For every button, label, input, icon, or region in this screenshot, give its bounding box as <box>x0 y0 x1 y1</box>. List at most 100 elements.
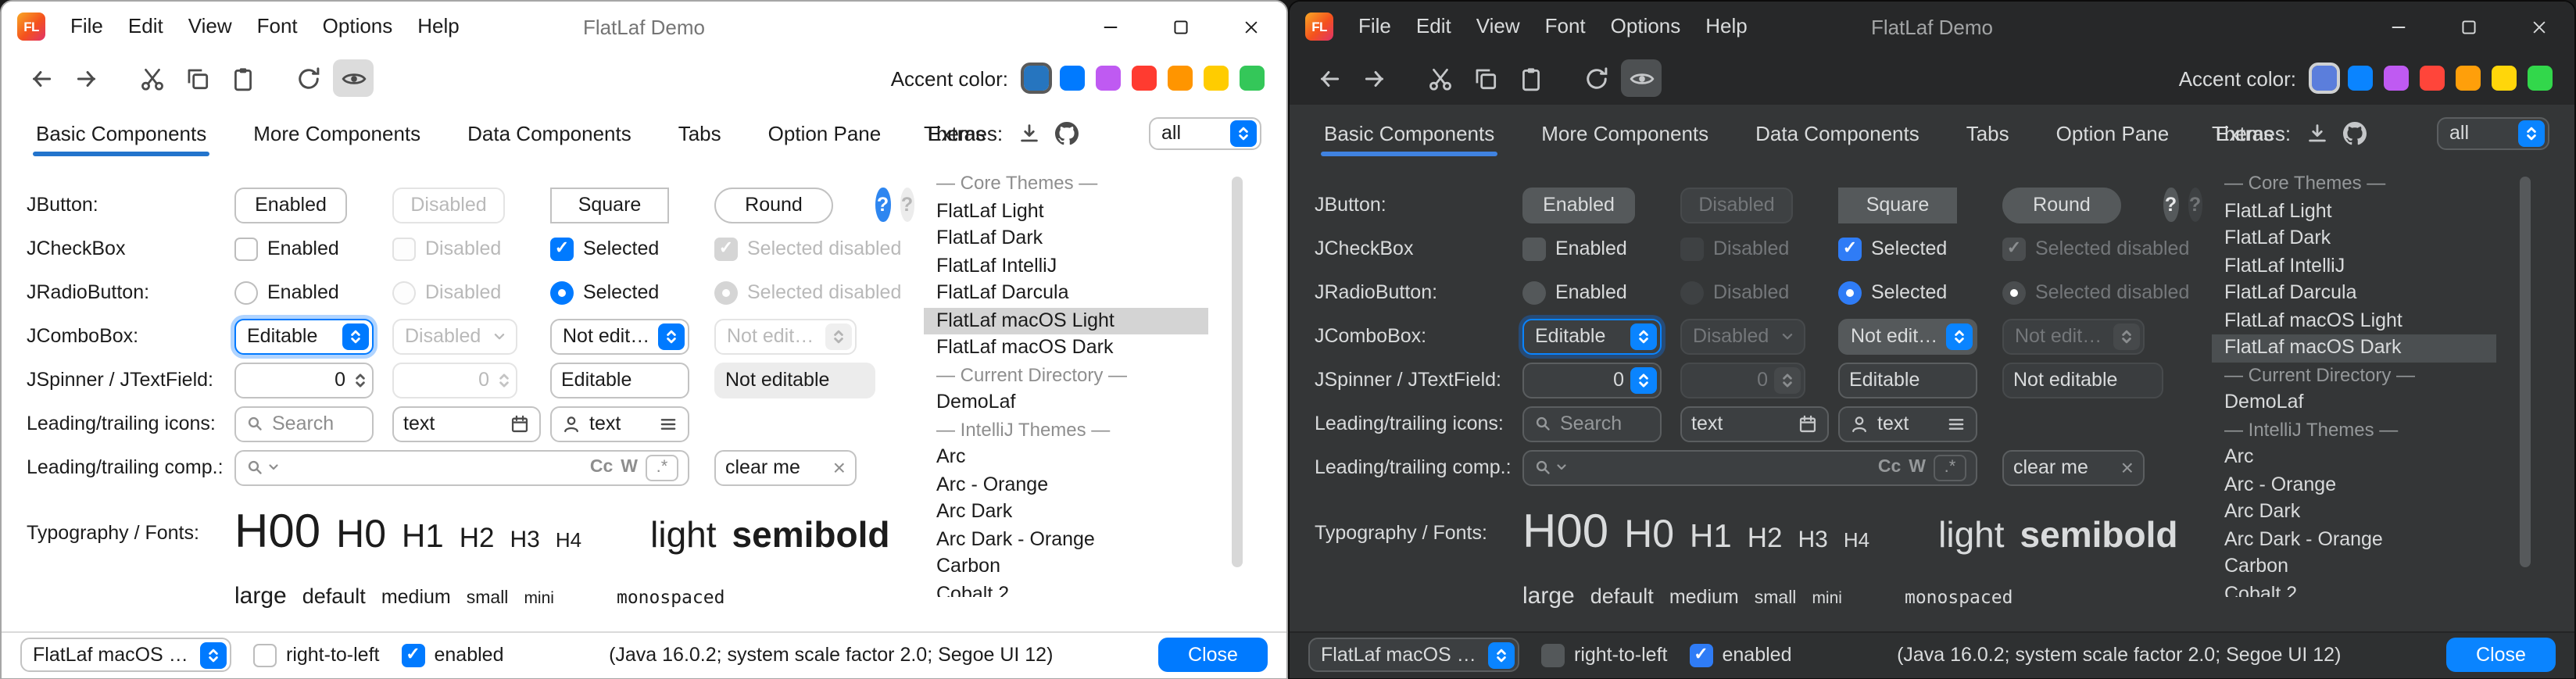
theme-item[interactable]: FlatLaf IntelliJ <box>924 252 1208 280</box>
user-field-input[interactable] <box>1877 413 1938 434</box>
accent-swatch-orange[interactable] <box>2456 66 2481 91</box>
search-with-options-field[interactable]: Cc W .* <box>1522 449 1977 485</box>
search-field[interactable] <box>1522 406 1662 441</box>
theme-item[interactable]: FlatLaf Dark <box>924 225 1208 252</box>
minimize-button[interactable] <box>2363 2 2434 52</box>
combobox-arrows-icon[interactable] <box>2518 120 2545 146</box>
github-button[interactable] <box>1054 121 1078 145</box>
clearable-field-input[interactable] <box>2013 456 2113 478</box>
themes-filter-combobox[interactable]: all <box>1149 116 1261 149</box>
help-button[interactable]: ? <box>875 188 890 222</box>
date-field[interactable] <box>392 406 541 441</box>
search-input[interactable] <box>1560 413 1651 434</box>
tab-basic-components[interactable]: Basic Components <box>1321 109 1497 161</box>
date-field-input[interactable] <box>1691 413 1790 434</box>
editable-combobox-input[interactable] <box>1535 325 1624 347</box>
rtl-checkbox[interactable] <box>253 643 277 666</box>
accent-swatch-yellow[interactable] <box>2492 66 2517 91</box>
minimize-button[interactable] <box>1075 2 1146 52</box>
menu-edit[interactable]: Edit <box>1404 2 1464 52</box>
user-field-input[interactable] <box>589 413 650 434</box>
menu-help[interactable]: Help <box>405 2 472 52</box>
laf-combobox[interactable]: FlatLaf macOS D... <box>1308 638 1519 672</box>
menu-edit[interactable]: Edit <box>116 2 176 52</box>
theme-item[interactable]: Cobalt 2 <box>924 581 1208 597</box>
editable-textfield[interactable] <box>1838 362 1977 398</box>
combobox-arrows-icon[interactable] <box>1946 323 1973 349</box>
theme-item[interactable]: FlatLaf Dark <box>2212 225 2496 252</box>
back-button[interactable] <box>1308 59 1349 97</box>
accent-swatch-default[interactable] <box>1024 66 1049 91</box>
date-field[interactable] <box>1680 406 1829 441</box>
regex-button[interactable]: .* <box>646 454 678 481</box>
spinner-input[interactable] <box>1524 369 1630 391</box>
checkbox-enabled[interactable] <box>234 237 258 260</box>
menu-view[interactable]: View <box>176 2 245 52</box>
enabled-button[interactable]: Enabled <box>1522 187 1635 223</box>
theme-item[interactable]: Cobalt 2 <box>2212 581 2496 597</box>
round-button[interactable]: Round <box>2002 187 2121 223</box>
theme-item[interactable]: FlatLaf Darcula <box>2212 280 2496 307</box>
download-themes-button[interactable] <box>2305 121 2328 145</box>
tab-tabs[interactable]: Tabs <box>675 109 724 161</box>
enabled-checkbox[interactable] <box>402 643 425 666</box>
rtl-checkbox[interactable] <box>1541 643 1565 666</box>
spinner-input[interactable] <box>236 369 352 391</box>
whole-words-button[interactable]: W <box>621 458 638 477</box>
user-field[interactable] <box>1838 406 1977 441</box>
copy-button[interactable] <box>177 59 217 97</box>
round-button[interactable]: Round <box>714 187 833 223</box>
editable-combobox-input[interactable] <box>247 325 336 347</box>
editable-combobox[interactable] <box>234 318 374 354</box>
accent-swatch-green[interactable] <box>2528 66 2553 91</box>
theme-item[interactable]: FlatLaf macOS Dark <box>2212 334 2496 362</box>
tab-data-components[interactable]: Data Components <box>464 109 635 161</box>
editable-textfield-input[interactable] <box>561 369 678 391</box>
refresh-button[interactable] <box>1576 59 1616 97</box>
search-with-options-input[interactable] <box>1576 456 1870 478</box>
show-hidden-toggle[interactable] <box>1621 59 1662 97</box>
menu-file[interactable]: File <box>1346 2 1404 52</box>
regex-button[interactable]: .* <box>1934 454 1966 481</box>
editable-textfield[interactable] <box>550 362 689 398</box>
maximize-button[interactable] <box>1146 2 1216 52</box>
back-button[interactable] <box>20 59 61 97</box>
menu-font[interactable]: Font <box>1533 2 1598 52</box>
theme-item[interactable]: FlatLaf macOS Light <box>924 307 1208 334</box>
search-icon[interactable] <box>1533 458 1552 477</box>
paste-button[interactable] <box>222 59 263 97</box>
tab-option-pane[interactable]: Option Pane <box>2053 109 2173 161</box>
clear-icon[interactable]: × <box>833 456 846 478</box>
theme-item[interactable]: DemoLaf <box>924 389 1208 416</box>
accent-swatch-yellow[interactable] <box>1204 66 1229 91</box>
combobox-arrows-icon[interactable] <box>1630 323 1657 349</box>
close-dialog-button[interactable]: Close <box>2446 638 2556 672</box>
menu-icon[interactable] <box>658 413 678 434</box>
maximize-button[interactable] <box>2434 2 2504 52</box>
spinner[interactable] <box>1522 362 1662 398</box>
theme-item[interactable]: Arc Dark <box>924 499 1208 526</box>
match-case-button[interactable]: Cc <box>1878 458 1901 477</box>
theme-item[interactable]: DemoLaf <box>2212 389 2496 416</box>
clearable-field[interactable]: × <box>714 449 857 485</box>
search-with-options-field[interactable]: Cc W .* <box>234 449 689 485</box>
radio-selected[interactable] <box>550 281 574 304</box>
theme-item[interactable]: Arc - Orange <box>2212 471 2496 499</box>
tab-more-components[interactable]: More Components <box>1538 109 1712 161</box>
enabled-checkbox[interactable] <box>1690 643 1713 666</box>
calendar-icon[interactable] <box>1798 413 1818 434</box>
accent-swatch-purple[interactable] <box>1096 66 1121 91</box>
tab-data-components[interactable]: Data Components <box>1752 109 1923 161</box>
cut-button[interactable] <box>1419 59 1460 97</box>
not-editable-combobox[interactable]: Not editable <box>1838 318 1977 354</box>
menu-view[interactable]: View <box>1464 2 1533 52</box>
spinner-arrows-icon[interactable] <box>352 370 369 390</box>
accent-swatch-default[interactable] <box>2312 66 2337 91</box>
close-window-button[interactable] <box>1216 2 1286 52</box>
theme-item[interactable]: FlatLaf IntelliJ <box>2212 252 2496 280</box>
user-field[interactable] <box>550 406 689 441</box>
menu-help[interactable]: Help <box>1693 2 1760 52</box>
theme-item[interactable]: FlatLaf macOS Light <box>2212 307 2496 334</box>
menu-font[interactable]: Font <box>245 2 310 52</box>
tab-tabs[interactable]: Tabs <box>1963 109 2012 161</box>
